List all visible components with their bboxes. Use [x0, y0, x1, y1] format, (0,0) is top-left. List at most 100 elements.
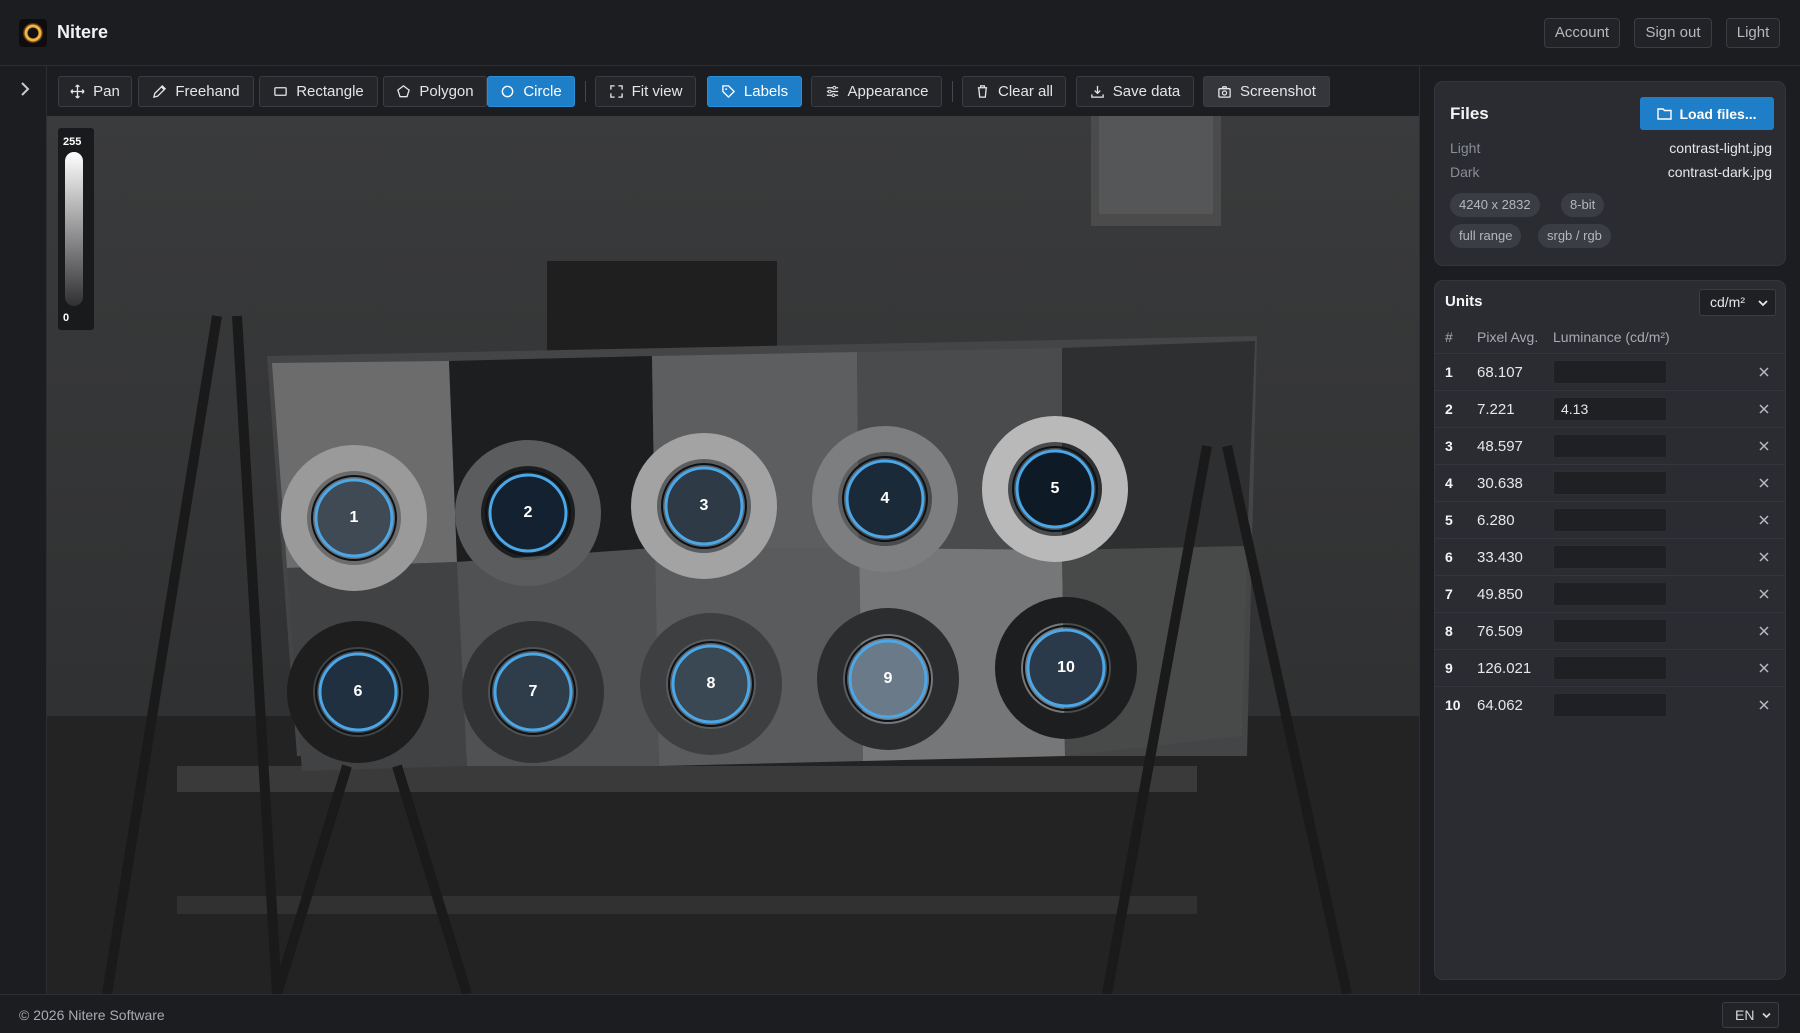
luminance-input[interactable] — [1553, 656, 1667, 680]
roi-label: 1 — [349, 509, 359, 526]
table-row: 1 68.107 — [1435, 353, 1785, 390]
freehand-tool-button[interactable]: Freehand — [138, 76, 254, 107]
dark-file-label: Dark — [1450, 164, 1480, 180]
roi-label: 3 — [699, 497, 709, 514]
row-index: 5 — [1445, 512, 1453, 528]
freehand-label: Freehand — [175, 83, 240, 100]
chevron-right-icon[interactable] — [16, 80, 34, 98]
close-icon[interactable] — [1757, 513, 1771, 527]
luminance-input[interactable] — [1553, 545, 1667, 569]
close-icon[interactable] — [1757, 402, 1771, 416]
dark-file-name: contrast-dark.jpg — [1667, 164, 1772, 180]
table-row: 7 49.850 — [1435, 575, 1785, 612]
luminance-input[interactable] — [1553, 434, 1667, 458]
colorspace-chip: srgb / rgb — [1538, 224, 1611, 248]
close-icon[interactable] — [1757, 439, 1771, 453]
row-pixel-avg: 33.430 — [1477, 549, 1523, 566]
row-pixel-avg: 49.850 — [1477, 586, 1523, 603]
luminance-input[interactable] — [1553, 360, 1667, 384]
close-icon[interactable] — [1757, 587, 1771, 601]
units-selected-value: cd/m² — [1710, 294, 1745, 310]
footer: © 2026 Nitere Software EN — [0, 994, 1800, 1033]
chevron-down-icon — [1762, 1012, 1771, 1019]
fit-view-label: Fit view — [631, 83, 683, 100]
row-index: 2 — [1445, 401, 1453, 417]
account-button[interactable]: Account — [1544, 18, 1620, 48]
camera-icon — [1218, 86, 1231, 98]
units-select[interactable]: cd/m² — [1699, 289, 1776, 316]
luminance-input[interactable] — [1553, 508, 1667, 532]
row-index: 1 — [1445, 364, 1453, 380]
roi-label: 4 — [880, 490, 890, 507]
screenshot-button[interactable]: Screenshot — [1203, 76, 1330, 107]
rectangle-tool-button[interactable]: Rectangle — [259, 76, 378, 107]
move-icon — [70, 84, 85, 99]
rectangle-icon — [274, 87, 287, 96]
load-files-button[interactable]: Load files... — [1640, 97, 1774, 130]
appearance-button[interactable]: Appearance — [811, 76, 942, 107]
files-title: Files — [1450, 104, 1489, 123]
close-icon[interactable] — [1757, 698, 1771, 712]
row-pixel-avg: 6.280 — [1477, 512, 1515, 529]
row-index: 3 — [1445, 438, 1453, 454]
fit-view-button[interactable]: Fit view — [595, 76, 696, 107]
row-pixel-avg: 76.509 — [1477, 623, 1523, 640]
table-row: 2 7.221 — [1435, 390, 1785, 427]
roi-label: 6 — [353, 683, 363, 700]
toolbar: Pan Freehand Rectangle Polygon Circle Fi… — [47, 66, 1419, 116]
roi-label: 7 — [528, 683, 538, 700]
circle-tool-button[interactable]: Circle — [487, 76, 575, 107]
chevron-down-icon — [1758, 300, 1768, 307]
close-icon[interactable] — [1757, 624, 1771, 638]
image-canvas[interactable]: 255 0 1 2 3 4 5 6 7 8 9 10 — [47, 116, 1419, 994]
pan-tool-button[interactable]: Pan — [58, 76, 132, 107]
luminance-input[interactable] — [1553, 619, 1667, 643]
row-index: 7 — [1445, 586, 1453, 602]
legend-gradient-bar — [65, 152, 83, 306]
save-data-button[interactable]: Save data — [1076, 76, 1194, 107]
polygon-tool-button[interactable]: Polygon — [383, 76, 487, 107]
app-logo — [19, 19, 47, 47]
close-icon[interactable] — [1757, 476, 1771, 490]
theme-toggle-button[interactable]: Light — [1726, 18, 1780, 48]
legend-max-label: 255 — [63, 136, 82, 148]
rectangle-label: Rectangle — [296, 83, 364, 100]
luminance-input[interactable] — [1553, 471, 1667, 495]
row-pixel-avg: 126.021 — [1477, 660, 1532, 677]
screenshot-label: Screenshot — [1240, 83, 1316, 100]
close-icon[interactable] — [1757, 661, 1771, 675]
appearance-label: Appearance — [847, 83, 929, 100]
col-header-luminance: Luminance (cd/m²) — [1553, 329, 1670, 345]
files-card: Files Load files... Light contrast-light… — [1434, 81, 1786, 266]
clear-all-button[interactable]: Clear all — [962, 76, 1066, 107]
labels-label: Labels — [743, 83, 789, 100]
trash-icon — [977, 85, 988, 98]
close-icon[interactable] — [1757, 550, 1771, 564]
table-row: 4 30.638 — [1435, 464, 1785, 501]
pentagon-icon — [397, 85, 411, 98]
circle-label: Circle — [523, 83, 562, 100]
intensity-legend: 255 0 — [58, 128, 94, 330]
luminance-input[interactable] — [1553, 582, 1667, 606]
folder-icon — [1657, 108, 1673, 120]
table-row: 6 33.430 — [1435, 538, 1785, 575]
luminance-input[interactable] — [1553, 397, 1667, 421]
row-index: 10 — [1445, 697, 1461, 713]
labels-toggle-button[interactable]: Labels — [707, 76, 802, 107]
language-select[interactable]: EN — [1722, 1002, 1779, 1028]
roi-label: 9 — [883, 670, 893, 687]
app-header: Nitere Account Sign out Light — [0, 0, 1800, 66]
close-icon[interactable] — [1757, 365, 1771, 379]
circle-icon — [501, 85, 514, 98]
sign-out-button[interactable]: Sign out — [1634, 18, 1712, 48]
roi-label: 10 — [1057, 659, 1075, 676]
units-title: Units — [1445, 293, 1483, 310]
row-pixel-avg: 7.221 — [1477, 401, 1515, 418]
luminance-input[interactable] — [1553, 693, 1667, 717]
row-index: 8 — [1445, 623, 1453, 639]
pencil-icon — [153, 84, 167, 99]
right-panel: Files Load files... Light contrast-light… — [1419, 66, 1800, 994]
copyright-text: © 2026 Nitere Software — [19, 1007, 165, 1023]
photo-scene — [47, 116, 1419, 994]
roi-label: 5 — [1050, 480, 1060, 497]
